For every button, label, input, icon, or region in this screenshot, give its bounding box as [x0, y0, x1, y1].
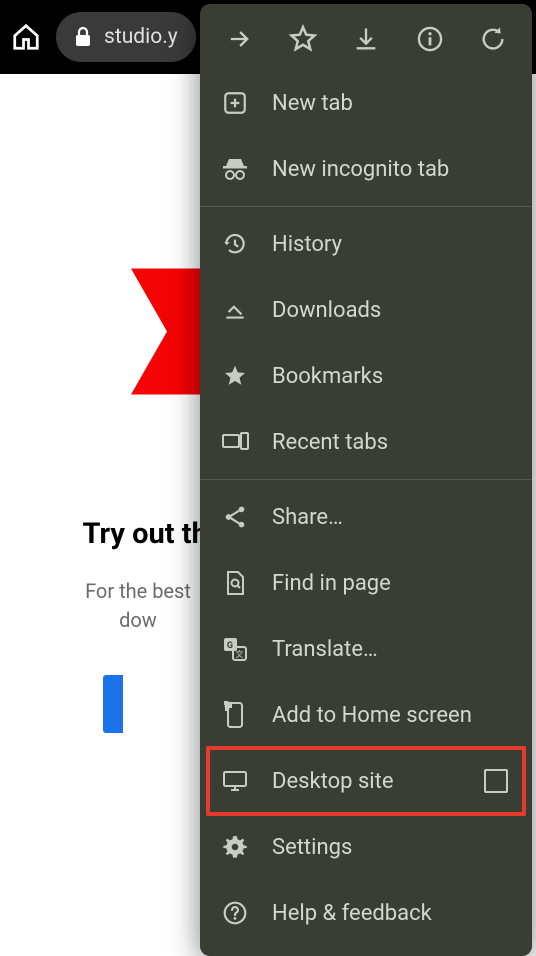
menu-help-feedback[interactable]: Help & feedback	[200, 880, 532, 946]
menu-divider	[200, 479, 532, 480]
page-subtext: For the best dow	[85, 577, 191, 635]
menu-settings[interactable]: Settings	[200, 814, 532, 880]
menu-share[interactable]: Share…	[200, 484, 532, 550]
menu-divider	[200, 206, 532, 207]
info-icon[interactable]	[413, 22, 447, 56]
menu-item-label: Bookmarks	[272, 364, 512, 389]
add-to-home-icon	[220, 700, 250, 730]
menu-item-label: Translate…	[272, 637, 512, 662]
incognito-icon	[220, 154, 250, 184]
menu-history[interactable]: History	[200, 211, 532, 277]
menu-translate[interactable]: G文 Translate…	[200, 616, 532, 682]
forward-icon[interactable]	[222, 22, 256, 56]
overflow-menu: New tab New incognito tab History Downlo…	[200, 4, 532, 956]
menu-item-label: Recent tabs	[272, 430, 512, 455]
menu-item-label: New incognito tab	[272, 157, 512, 182]
home-icon[interactable]	[8, 19, 44, 55]
menu-item-label: New tab	[272, 91, 512, 116]
new-tab-icon	[220, 88, 250, 118]
share-icon	[220, 502, 250, 532]
help-icon	[220, 898, 250, 928]
menu-item-label: Settings	[272, 835, 512, 860]
svg-text:文: 文	[236, 649, 244, 659]
menu-item-label: Downloads	[272, 298, 512, 323]
lock-icon	[74, 26, 92, 48]
menu-action-row	[200, 4, 532, 70]
menu-item-label: Find in page	[272, 571, 512, 596]
address-bar[interactable]: studio.yo	[56, 12, 196, 62]
menu-item-label: History	[272, 232, 512, 257]
menu-new-incognito[interactable]: New incognito tab	[200, 136, 532, 202]
url-text: studio.yo	[104, 25, 178, 49]
svg-text:G: G	[227, 641, 233, 651]
desktop-icon	[220, 766, 250, 796]
menu-downloads[interactable]: Downloads	[200, 277, 532, 343]
download-icon[interactable]	[349, 22, 383, 56]
translate-icon: G文	[220, 634, 250, 664]
settings-icon	[220, 832, 250, 862]
menu-item-label: Help & feedback	[272, 901, 512, 926]
menu-bookmarks[interactable]: Bookmarks	[200, 343, 532, 409]
find-icon	[220, 568, 250, 598]
menu-new-tab[interactable]: New tab	[200, 70, 532, 136]
recent-tabs-icon	[220, 427, 250, 457]
downloads-icon	[220, 295, 250, 325]
menu-find-in-page[interactable]: Find in page	[200, 550, 532, 616]
menu-add-to-home[interactable]: Add to Home screen	[200, 682, 532, 748]
menu-item-label: Desktop site	[272, 769, 462, 794]
primary-button[interactable]	[103, 675, 123, 733]
star-icon[interactable]	[286, 22, 320, 56]
history-icon	[220, 229, 250, 259]
menu-item-label: Add to Home screen	[272, 703, 512, 728]
menu-item-label: Share…	[272, 505, 512, 530]
desktop-site-checkbox[interactable]	[484, 769, 508, 793]
refresh-icon[interactable]	[476, 22, 510, 56]
menu-recent-tabs[interactable]: Recent tabs	[200, 409, 532, 475]
menu-desktop-site[interactable]: Desktop site	[200, 748, 532, 814]
bookmarks-icon	[220, 361, 250, 391]
